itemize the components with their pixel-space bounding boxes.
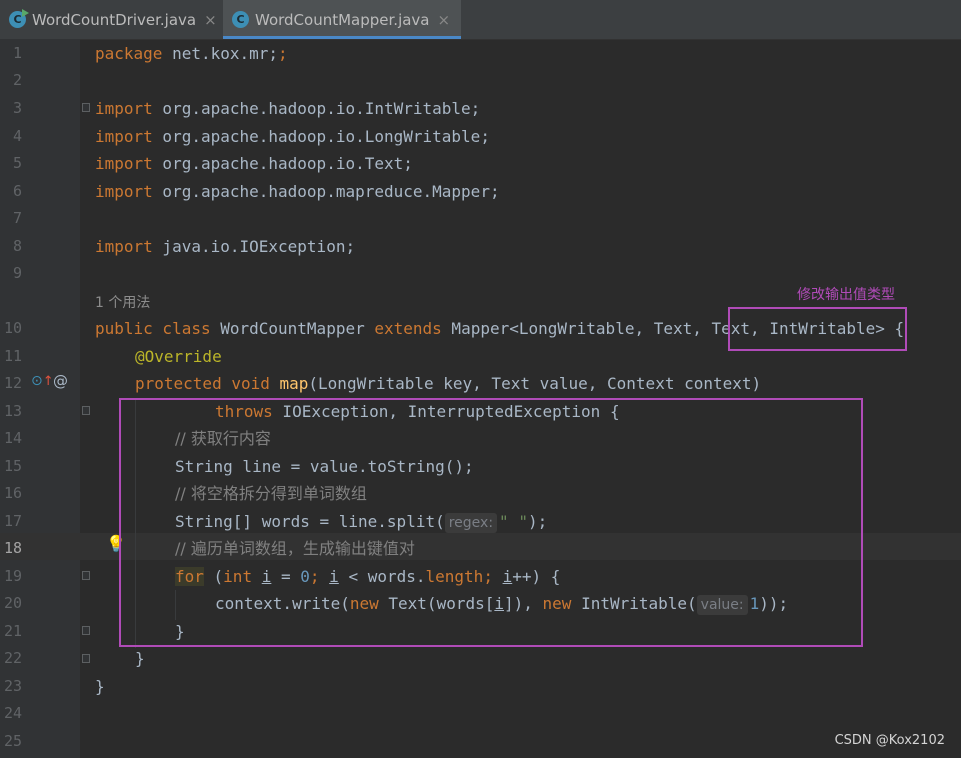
code-line-5[interactable]: import org.apache.hadoop.io.Text; (95, 150, 413, 177)
code-line-12[interactable]: protected void map(LongWritable key, Tex… (135, 370, 761, 397)
code-line-1[interactable]: package net.kox.mr;; (95, 40, 288, 67)
token: org.apache.hadoop.io.IntWritable; (152, 99, 481, 118)
usages-hint[interactable]: 1 个用法 (95, 292, 150, 312)
annotation-box-output-type (728, 307, 907, 351)
token: extends (374, 319, 442, 338)
code-line-11[interactable]: @Override (135, 343, 222, 370)
implemented-method-icon[interactable]: ⊙↑ (31, 373, 54, 389)
line-number[interactable]: 4 (0, 123, 22, 150)
line-number[interactable]: 7 (0, 205, 22, 232)
token: protected void (135, 374, 270, 393)
line-number[interactable]: 22 (0, 645, 22, 672)
java-class-run-icon: C (9, 9, 29, 28)
tab-wordcountdriver[interactable]: C WordCountDriver.java × (0, 0, 222, 39)
line-number[interactable]: 6 (0, 178, 22, 205)
token: org.apache.hadoop.io.Text; (152, 154, 413, 173)
java-class-icon: C (232, 11, 249, 28)
fold-marker[interactable] (82, 654, 90, 663)
line-number[interactable]: 25 (0, 728, 22, 755)
editor-tab-bar: C WordCountDriver.java × C WordCountMapp… (0, 0, 961, 40)
code-line-22[interactable]: } (135, 645, 145, 672)
annotation-at-icon[interactable]: @ (53, 372, 68, 390)
line-number[interactable]: 21 (0, 618, 22, 645)
fold-marker[interactable] (82, 103, 90, 112)
line-number[interactable]: 23 (0, 673, 22, 700)
close-icon[interactable]: × (438, 11, 451, 29)
token: public class (95, 319, 211, 338)
line-number[interactable]: 15 (0, 453, 22, 480)
code-line-6[interactable]: import org.apache.hadoop.mapreduce.Mappe… (95, 178, 500, 205)
line-number[interactable]: 13 (0, 398, 22, 425)
token: net.kox.mr; (162, 44, 279, 63)
token: WordCountMapper (210, 319, 375, 338)
code-line-4[interactable]: import org.apache.hadoop.io.LongWritable… (95, 123, 490, 150)
line-number[interactable]: 14 (0, 425, 22, 452)
line-number[interactable]: 20 (0, 590, 22, 617)
line-number[interactable]: 1 (0, 40, 22, 67)
token: package (95, 44, 163, 63)
code-line-3[interactable]: import org.apache.hadoop.io.IntWritable; (95, 95, 480, 122)
line-number[interactable]: 2 (0, 67, 22, 94)
line-number[interactable]: 16 (0, 480, 22, 507)
tab-label: WordCountDriver.java (32, 10, 197, 29)
annotation-box-map-body (119, 398, 863, 647)
token: import (95, 99, 153, 118)
line-number[interactable]: 5 (0, 150, 22, 177)
fold-marker[interactable] (82, 626, 90, 635)
token: import (95, 237, 153, 256)
line-number[interactable]: 3 (0, 95, 22, 122)
fold-marker[interactable] (82, 571, 90, 580)
token: map (279, 374, 309, 393)
annotation-label: 修改输出值类型 (797, 287, 895, 303)
token: org.apache.hadoop.mapreduce.Mapper; (152, 182, 500, 201)
token: import (95, 154, 153, 173)
token: import (95, 127, 153, 146)
line-number[interactable]: 19 (0, 563, 22, 590)
line-number[interactable]: 11 (0, 343, 22, 370)
fold-marker[interactable] (82, 406, 90, 415)
token: import (95, 182, 153, 201)
tab-label: WordCountMapper.java (255, 10, 430, 29)
tab-wordcountmapper[interactable]: C WordCountMapper.java × (223, 0, 461, 39)
line-number[interactable]: 8 (0, 233, 22, 260)
close-icon[interactable]: × (204, 11, 217, 29)
token: org.apache.hadoop.io.LongWritable; (152, 127, 490, 146)
token: java.io.IOException; (152, 237, 356, 256)
code-line-8[interactable]: import java.io.IOException; (95, 233, 355, 260)
token: (LongWritable key, Text value, Context c… (308, 374, 762, 393)
line-number[interactable]: 24 (0, 700, 22, 727)
line-number[interactable]: 10 (0, 315, 22, 342)
line-number[interactable]: 18 (0, 535, 22, 562)
watermark: CSDN @Kox2102 (834, 733, 945, 748)
line-number[interactable]: 9 (0, 260, 22, 287)
line-number[interactable]: 17 (0, 508, 22, 535)
line-number[interactable]: 12 (0, 370, 22, 397)
code-line-23[interactable]: } (95, 673, 105, 700)
